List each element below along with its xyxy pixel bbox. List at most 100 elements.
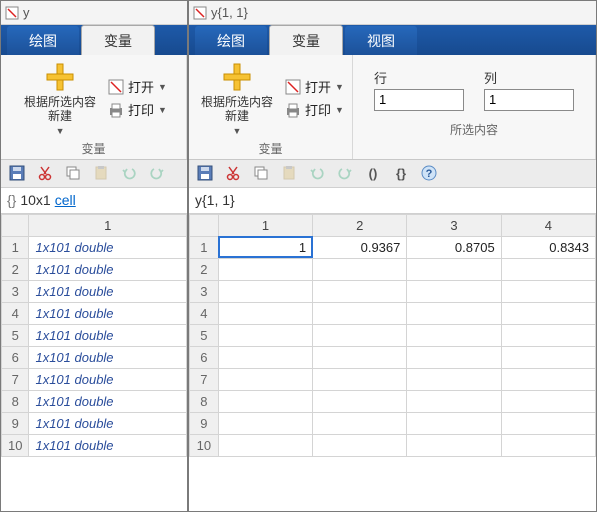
table-row[interactable]: 61x101 double [2,346,187,368]
cell[interactable] [407,368,501,390]
cell[interactable] [407,412,501,434]
cell[interactable] [501,324,595,346]
cell[interactable] [313,390,407,412]
row-input[interactable] [374,89,464,111]
cell[interactable]: 1x101 double [29,236,187,258]
cell[interactable] [218,390,312,412]
row-header[interactable]: 5 [190,324,219,346]
row-header[interactable]: 1 [2,236,29,258]
tab-plot[interactable]: 绘图 [7,26,79,55]
row-header[interactable]: 3 [2,280,29,302]
row-header[interactable]: 2 [2,258,29,280]
cell[interactable] [313,412,407,434]
col-header[interactable]: 2 [313,214,407,236]
cell[interactable]: 0.9367 [313,236,407,258]
cell[interactable]: 1x101 double [29,434,187,456]
cell[interactable] [407,346,501,368]
row-header[interactable]: 2 [190,258,219,280]
cell[interactable]: 0.8343 [501,236,595,258]
tab-variable[interactable]: 变量 [81,25,155,55]
copy-button[interactable] [251,163,271,183]
help-button[interactable]: ? [419,163,439,183]
table-row[interactable]: 4 [190,302,596,324]
new-from-selection-button[interactable]: 根据所选内容 新建 ▼ [197,59,277,138]
cell[interactable] [407,390,501,412]
open-button[interactable]: 打开 ▼ [285,77,344,96]
row-header[interactable]: 7 [190,368,219,390]
row-header[interactable]: 6 [2,346,29,368]
cell[interactable] [218,434,312,456]
table-row[interactable]: 51x101 double [2,324,187,346]
row-header[interactable]: 5 [2,324,29,346]
col-header[interactable]: 3 [407,214,501,236]
row-header[interactable]: 3 [190,280,219,302]
print-button[interactable]: 打印 ▼ [285,100,344,119]
open-button[interactable]: 打开 ▼ [108,77,167,96]
cell[interactable] [501,368,595,390]
copy-button[interactable] [63,163,83,183]
cell[interactable] [501,346,595,368]
row-header[interactable]: 7 [2,368,29,390]
row-header[interactable]: 4 [190,302,219,324]
cell[interactable]: 1x101 double [29,412,187,434]
col-header[interactable]: 4 [501,214,595,236]
row-header[interactable]: 6 [190,346,219,368]
cell[interactable] [313,368,407,390]
col-header[interactable]: 1 [218,214,312,236]
cell[interactable]: 1x101 double [29,346,187,368]
cell[interactable]: 1x101 double [29,280,187,302]
cell[interactable] [407,302,501,324]
row-header[interactable]: 9 [190,412,219,434]
variable-grid[interactable]: 1234 110.93670.87050.83432345678910 [189,214,596,511]
tab-variable[interactable]: 变量 [269,25,343,55]
cell[interactable] [218,302,312,324]
cell[interactable] [218,368,312,390]
cell[interactable] [407,434,501,456]
cell[interactable] [407,258,501,280]
table-row[interactable]: 21x101 double [2,258,187,280]
cell[interactable]: 1x101 double [29,368,187,390]
col-header[interactable]: 1 [29,214,187,236]
cell[interactable] [313,346,407,368]
cell[interactable] [501,302,595,324]
cell[interactable]: 1x101 double [29,258,187,280]
cell[interactable] [407,324,501,346]
cell[interactable]: 1 [218,236,312,258]
table-row[interactable]: 101x101 double [2,434,187,456]
table-row[interactable]: 110.93670.87050.8343 [190,236,596,258]
table-row[interactable]: 3 [190,280,596,302]
cell[interactable] [501,434,595,456]
cell[interactable] [218,258,312,280]
row-header[interactable]: 9 [2,412,29,434]
tab-view[interactable]: 视图 [345,26,417,55]
cut-button[interactable] [35,163,55,183]
row-header[interactable]: 10 [2,434,29,456]
table-row[interactable]: 7 [190,368,596,390]
cell[interactable] [313,258,407,280]
cell[interactable] [501,258,595,280]
titlebar[interactable]: y [1,1,187,25]
table-row[interactable]: 6 [190,346,596,368]
table-row[interactable]: 81x101 double [2,390,187,412]
table-row[interactable]: 5 [190,324,596,346]
cell[interactable]: 1x101 double [29,390,187,412]
cell[interactable] [501,412,595,434]
row-header[interactable]: 8 [2,390,29,412]
cell[interactable] [218,324,312,346]
row-header[interactable]: 10 [190,434,219,456]
save-button[interactable] [195,163,215,183]
cell[interactable] [218,280,312,302]
row-header[interactable]: 1 [190,236,219,258]
row-header[interactable]: 4 [2,302,29,324]
table-row[interactable]: 8 [190,390,596,412]
table-row[interactable]: 2 [190,258,596,280]
col-input[interactable] [484,89,574,111]
tab-plot[interactable]: 绘图 [195,26,267,55]
table-row[interactable]: 71x101 double [2,368,187,390]
print-button[interactable]: 打印 ▼ [108,100,167,119]
variable-grid[interactable]: 1 11x101 double21x101 double31x101 doubl… [1,214,187,511]
cell[interactable]: 1x101 double [29,302,187,324]
cell[interactable] [313,280,407,302]
cell[interactable] [313,434,407,456]
cell[interactable] [218,346,312,368]
